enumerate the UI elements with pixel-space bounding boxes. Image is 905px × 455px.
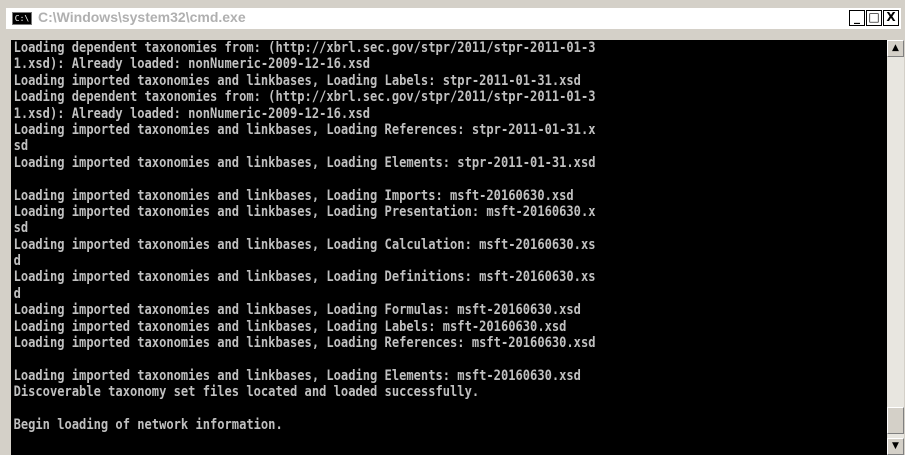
console-line: sd (13, 220, 29, 237)
console-line: Loading imported taxonomies and linkbase… (13, 72, 581, 89)
console-line: 1.xsd): Already loaded: nonNumeric-2009-… (13, 56, 371, 73)
close-button[interactable]: X (883, 10, 899, 26)
console-line: Loading imported taxonomies and linkbase… (13, 154, 596, 171)
console-line: Begin loading of network information. (13, 416, 283, 433)
scroll-down-button[interactable]: ▼ (887, 438, 904, 455)
console-line: Discoverable taxonomy set files located … (13, 384, 480, 401)
vertical-scrollbar[interactable]: ▲ ▼ (887, 40, 904, 455)
console-output[interactable]: Loading dependent taxonomies from: (http… (11, 40, 887, 455)
console-line: Loading imported taxonomies and linkbase… (13, 367, 581, 384)
maximize-button[interactable]: □ (866, 10, 882, 26)
console-line: Loading imported taxonomies and linkbase… (13, 203, 596, 220)
cmd-app-icon[interactable]: C:\ (12, 12, 32, 25)
console-line: Loading imported taxonomies and linkbase… (13, 269, 596, 286)
console-line: Loading dependent taxonomies from: (http… (13, 89, 596, 106)
title-bar[interactable]: C:\ C:\Windows\system32\cmd.exe _ □ X (6, 8, 901, 29)
console-line: Loading dependent taxonomies from: (http… (13, 40, 596, 56)
minimize-button[interactable]: _ (849, 10, 865, 26)
console-line: Loading imported taxonomies and linkbase… (13, 318, 567, 335)
console-line: Loading imported taxonomies and linkbase… (13, 121, 596, 138)
cmd-window: C:\ C:\Windows\system32\cmd.exe _ □ X Lo… (0, 0, 905, 455)
window-title: C:\Windows\system32\cmd.exe (38, 9, 246, 25)
scroll-up-button[interactable]: ▲ (887, 40, 904, 57)
console-line: d (13, 253, 21, 270)
console-line: 1.xsd): Already loaded: nonNumeric-2009-… (13, 105, 371, 122)
console-line: d (13, 285, 21, 302)
scrollbar-thumb[interactable] (887, 407, 904, 434)
console-line: Loading imported taxonomies and linkbase… (13, 302, 581, 319)
console-line: sd (13, 138, 29, 155)
console-line: Loading imported taxonomies and linkbase… (13, 335, 596, 352)
window-controls: _ □ X (849, 10, 899, 28)
console-line: Loading imported taxonomies and linkbase… (13, 187, 574, 204)
console-line: Loading imported taxonomies and linkbase… (13, 236, 596, 253)
